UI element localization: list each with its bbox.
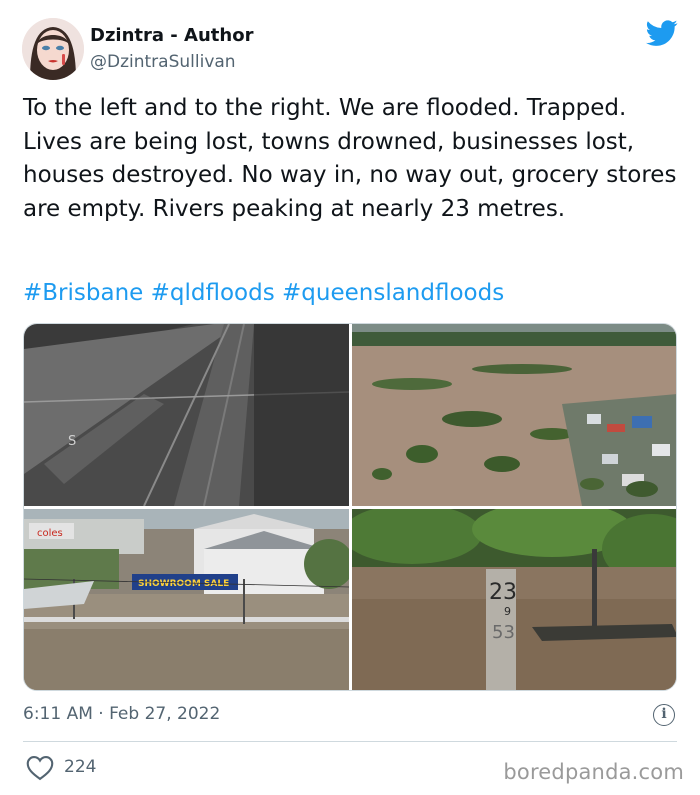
- info-icon[interactable]: i: [653, 704, 675, 726]
- tweet-timestamp[interactable]: 6:11 AM · Feb 27, 2022: [23, 704, 220, 724]
- hashtag-qldfloods[interactable]: #qldfloods: [151, 280, 275, 306]
- watermark: boredpanda.com: [503, 760, 684, 784]
- like-count: 224: [64, 757, 97, 777]
- media-flooded-street-coles[interactable]: coles SHOWROOM SALE: [24, 509, 349, 690]
- twitter-bird-icon[interactable]: [646, 20, 678, 48]
- hashtag-list: #Brisbane #qldfloods #queenslandfloods: [23, 277, 678, 310]
- media-grid: S coles SHOWROOM SALE 23 9 53: [23, 323, 677, 691]
- media-traffic-camera[interactable]: S: [24, 324, 349, 506]
- author-name[interactable]: Dzintra - Author: [90, 25, 253, 46]
- author-handle[interactable]: @DzintraSullivan: [90, 52, 236, 72]
- avatar-image: [22, 18, 84, 80]
- gauge-label-9: 9: [504, 605, 511, 618]
- gauge-label-23: 23: [489, 580, 517, 605]
- camera-overlay-label: S: [68, 434, 76, 449]
- divider: [23, 741, 677, 742]
- tweet-header: Dzintra - Author @DzintraSullivan: [22, 16, 682, 80]
- media-flood-depth-gauge[interactable]: 23 9 53: [352, 509, 676, 690]
- store-sign-text: coles: [37, 528, 63, 539]
- hashtag-brisbane[interactable]: #Brisbane: [23, 280, 143, 306]
- media-flooded-town-aerial[interactable]: [352, 324, 676, 506]
- gauge-label-53: 53: [492, 622, 515, 643]
- tweet-text: To the left and to the right. We are flo…: [23, 95, 677, 222]
- heart-icon[interactable]: [26, 755, 54, 781]
- avatar[interactable]: [22, 18, 84, 80]
- hashtag-queenslandfloods[interactable]: #queenslandfloods: [282, 280, 504, 306]
